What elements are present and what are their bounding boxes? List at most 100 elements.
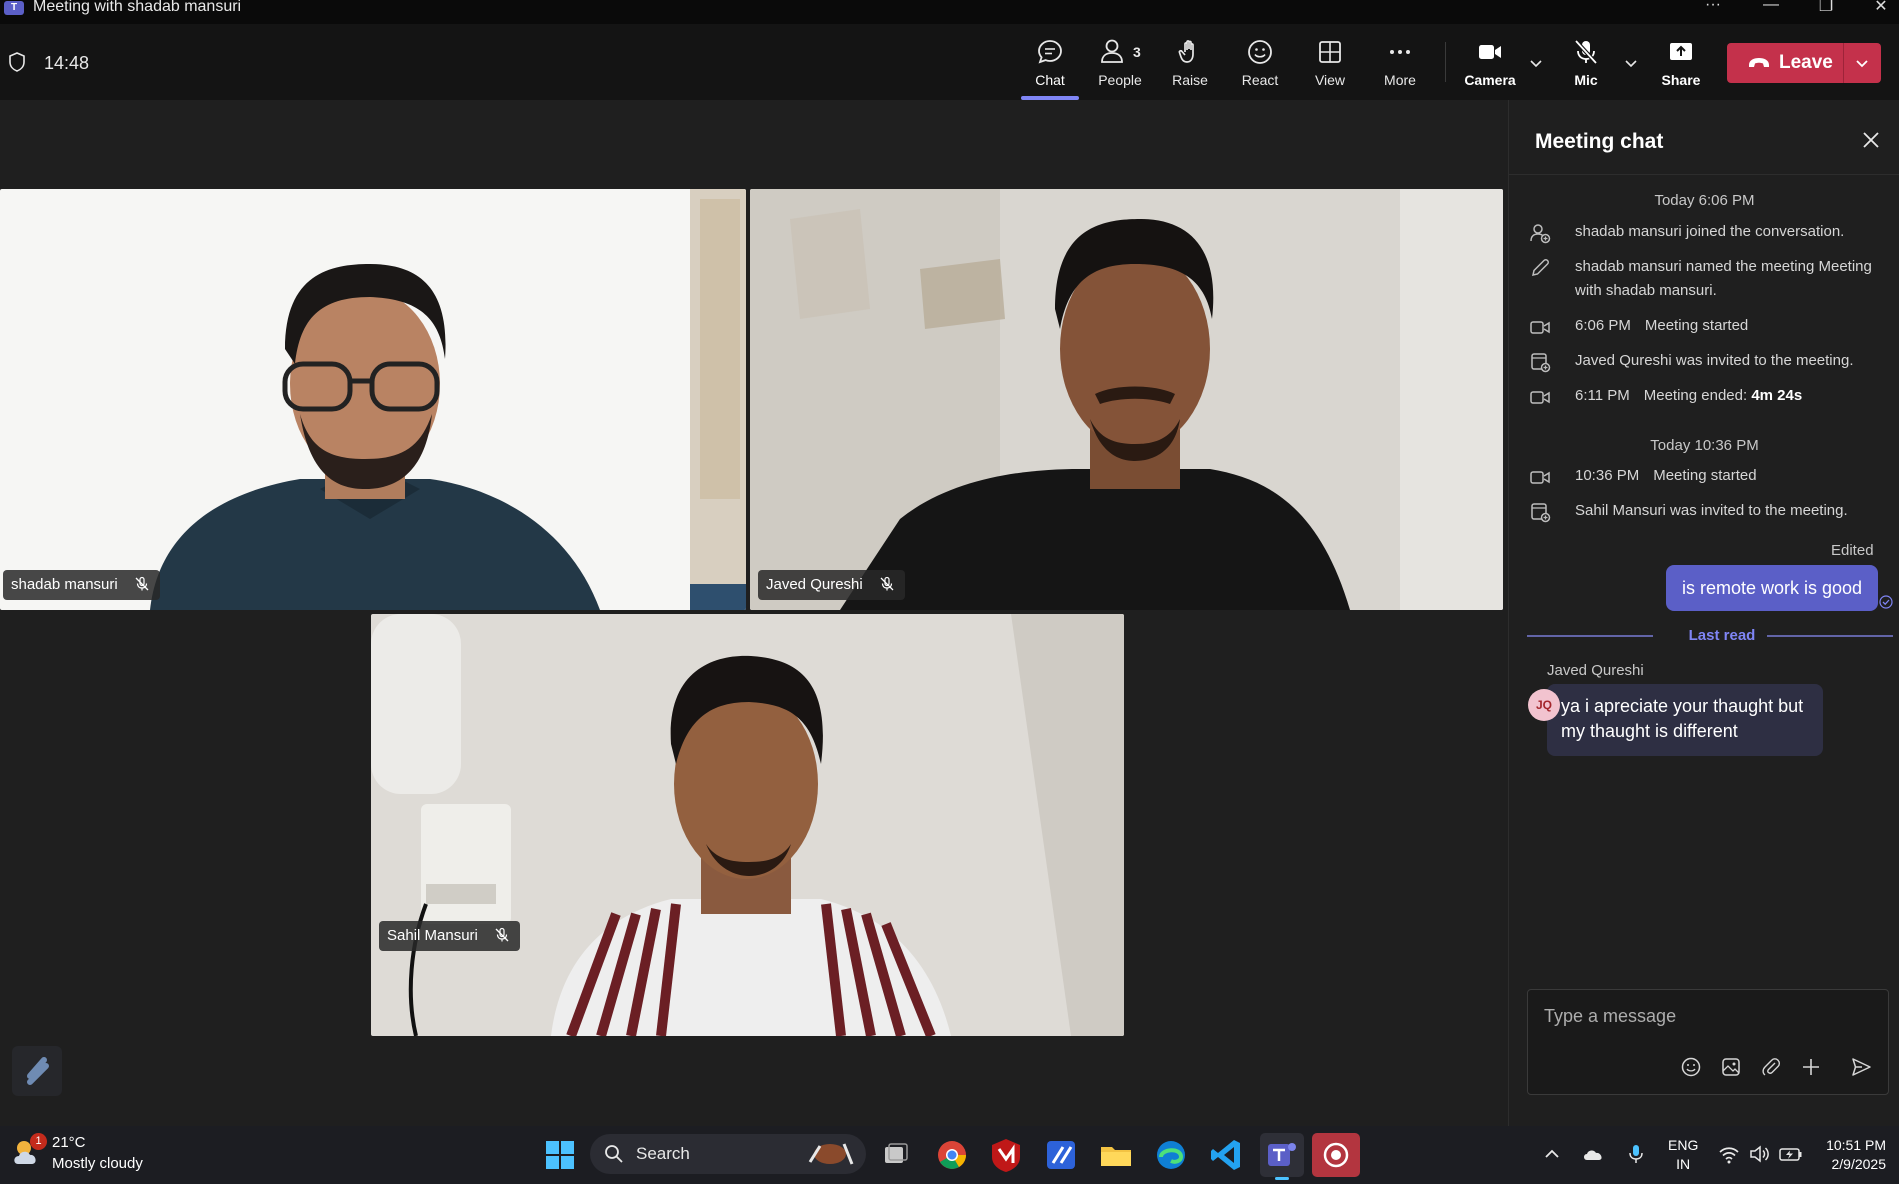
last-read-label: Last read <box>1688 627 1756 644</box>
mic-button[interactable]: Mic <box>1553 38 1619 100</box>
taskbar-search[interactable]: Search <box>590 1134 866 1174</box>
video-feed-sahil <box>371 614 1124 1036</box>
chevron-up-icon[interactable] <box>1542 1142 1562 1166</box>
teams-active-slot[interactable] <box>1260 1133 1304 1177</box>
clock-time: 10:51 PM <box>1826 1137 1886 1153</box>
mcafee-icon[interactable] <box>986 1135 1026 1175</box>
event-text: shadab mansuri named the meeting Meeting… <box>1575 258 1872 299</box>
event-time: 6:11 PM <box>1575 387 1630 404</box>
system-event: shadab mansuri named the meeting Meeting… <box>1529 255 1889 305</box>
name-tag: Sahil Mansuri <box>379 921 521 951</box>
mic-options-chevron-icon[interactable] <box>1622 54 1640 72</box>
weather-temperature[interactable]: 21°C <box>52 1134 86 1151</box>
view-button[interactable]: View <box>1297 38 1363 100</box>
video-feed-javed <box>750 189 1503 610</box>
meeting-toolbar: 14:48 Chat 3 People Raise React View Mor… <box>0 24 1899 100</box>
clock-date: 2/9/2025 <box>1831 1156 1887 1172</box>
hand-icon <box>1178 40 1194 63</box>
plus-icon[interactable] <box>1800 1056 1822 1078</box>
react-button[interactable]: React <box>1227 38 1293 100</box>
more-label: More <box>1384 72 1416 88</box>
view-label: View <box>1314 72 1346 88</box>
video-feed-shadab <box>0 189 746 610</box>
record-icon <box>1323 1142 1349 1168</box>
shield-icon <box>9 52 25 72</box>
sticker-icon[interactable] <box>1720 1056 1742 1078</box>
message-input-placeholder[interactable]: Type a message <box>1544 1006 1676 1027</box>
windows-start-icon[interactable] <box>545 1140 575 1170</box>
more-button[interactable]: More <box>1367 38 1433 100</box>
participant-tile-shadab[interactable]: shadab mansuri <box>0 189 746 610</box>
toolbar-divider <box>1445 42 1446 82</box>
react-label: React <box>1241 72 1279 88</box>
last-read-line-right <box>1767 635 1893 637</box>
header-divider <box>1509 174 1899 175</box>
weather-condition[interactable]: Mostly cloudy <box>52 1155 143 1172</box>
chat-title: Meeting chat <box>1535 130 1664 153</box>
volume-icon[interactable] <box>1748 1142 1772 1166</box>
camera-options-chevron-icon[interactable] <box>1527 54 1545 72</box>
incoming-message-bubble[interactable]: ya i apreciate your thaught but my thaug… <box>1547 684 1823 756</box>
vscode-icon[interactable] <box>1206 1135 1246 1175</box>
send-icon[interactable] <box>1850 1056 1872 1078</box>
participant-name: Sahil Mansuri <box>387 927 478 944</box>
chat-button[interactable]: Chat <box>1017 38 1083 100</box>
language-indicator[interactable]: ENG IN <box>1668 1136 1698 1174</box>
minimize-button[interactable]: — <box>1751 0 1791 18</box>
app-icon[interactable] <box>1041 1135 1081 1175</box>
event-text: 6:06 PM Meeting started <box>1575 314 1895 338</box>
teams-icon <box>1268 1143 1296 1166</box>
emoji-icon[interactable] <box>1680 1056 1702 1078</box>
event-duration: 4m 24s <box>1751 387 1803 404</box>
participant-name: Javed Qureshi <box>766 576 863 593</box>
message-composer[interactable]: Type a message <box>1527 989 1889 1095</box>
system-clock[interactable]: 10:51 PM 2/9/2025 <box>1816 1136 1886 1174</box>
ellipsis-icon <box>1390 50 1410 54</box>
app-logo-icon <box>27 1057 49 1085</box>
raise-hand-button[interactable]: Raise <box>1157 38 1223 100</box>
participant-tile-javed[interactable]: Javed Qureshi <box>750 189 1503 610</box>
avatar[interactable]: JQ <box>1528 689 1560 721</box>
microphone-icon[interactable] <box>1626 1142 1646 1166</box>
meeting-timer: 14:48 <box>44 53 90 73</box>
chat-label: Chat <box>1035 72 1065 88</box>
maximize-button[interactable]: ❐ <box>1806 0 1846 18</box>
close-icon[interactable] <box>1861 130 1881 150</box>
participant-tile-sahil[interactable]: Sahil Mansuri <box>371 614 1124 1036</box>
event-label: Meeting ended: <box>1643 387 1752 404</box>
share-button[interactable]: Share <box>1648 38 1714 100</box>
people-button[interactable]: 3 People <box>1087 38 1153 100</box>
file-explorer-icon[interactable] <box>1096 1135 1136 1175</box>
raise-label: Raise <box>1172 72 1208 88</box>
chrome-icon[interactable] <box>932 1135 972 1175</box>
floating-app-shortcut[interactable] <box>12 1046 62 1096</box>
muted-mic-icon <box>495 927 509 942</box>
more-options-icon[interactable]: ··· <box>1693 0 1733 18</box>
name-tag: shadab mansuri <box>3 570 160 600</box>
event-text: shadab mansuri joined the conversation. <box>1575 223 1845 240</box>
video-icon <box>1530 471 1550 484</box>
close-window-button[interactable]: ✕ <box>1861 0 1899 18</box>
battery-icon[interactable] <box>1778 1142 1804 1166</box>
edge-icon[interactable] <box>1151 1135 1191 1175</box>
hang-up-icon <box>1749 58 1769 67</box>
leave-divider <box>1843 43 1844 83</box>
leave-options-chevron-icon[interactable] <box>1853 54 1871 72</box>
camera-button[interactable]: Camera <box>1457 38 1523 100</box>
my-message-bubble[interactable]: is remote work is good <box>1666 565 1879 611</box>
recorder-app[interactable] <box>1312 1133 1360 1177</box>
muted-mic-icon <box>135 576 149 591</box>
mic-label: Mic <box>1574 72 1598 88</box>
event-text: 10:36 PM Meeting started <box>1575 464 1895 488</box>
search-label: Search <box>636 1144 690 1163</box>
window-title: Meeting with shadab mansuri <box>33 0 242 15</box>
share-icon <box>1670 43 1692 60</box>
people-count: 3 <box>1133 44 1141 60</box>
participant-name: shadab mansuri <box>11 576 118 593</box>
wifi-icon[interactable] <box>1718 1142 1740 1166</box>
calendar-add-icon <box>1531 353 1551 373</box>
task-view-icon[interactable] <box>876 1135 916 1175</box>
attach-icon[interactable] <box>1760 1056 1782 1078</box>
onedrive-icon[interactable] <box>1582 1142 1606 1166</box>
leave-button[interactable]: Leave <box>1727 43 1881 83</box>
